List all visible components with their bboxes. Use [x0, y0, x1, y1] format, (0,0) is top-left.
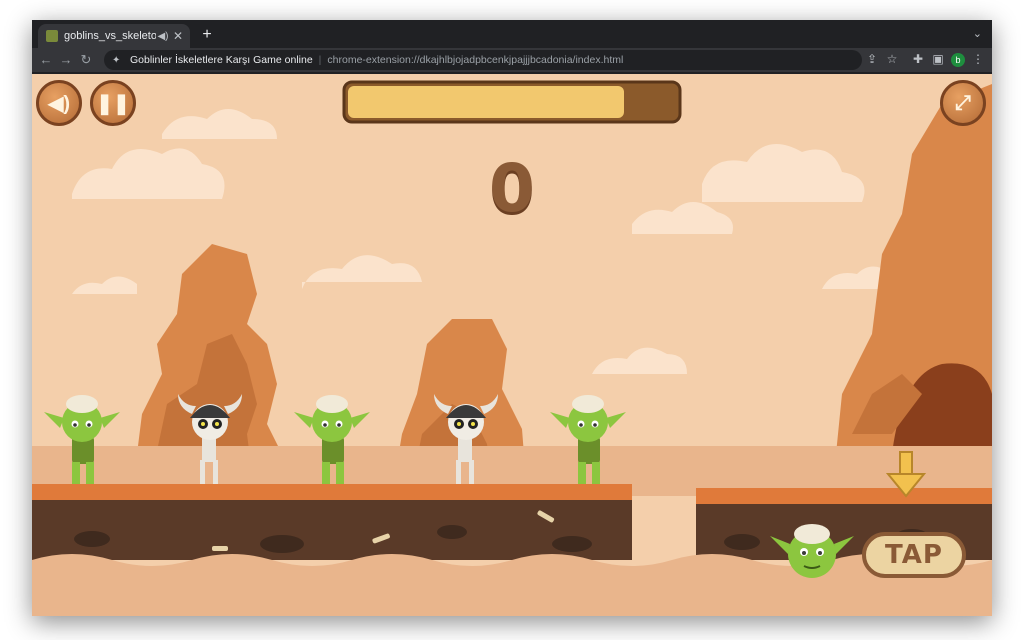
- plus-icon[interactable]: +: [198, 26, 216, 44]
- tab-title: goblins_vs_skeletons: [64, 30, 156, 42]
- tap-button[interactable]: TAP: [862, 532, 966, 578]
- chevron-down-icon[interactable]: ⌄: [973, 27, 982, 40]
- fullscreen-button[interactable]: ⤢: [940, 80, 986, 126]
- sound-button[interactable]: ◀): [36, 80, 82, 126]
- platform-left: [32, 484, 632, 560]
- game-canvas[interactable]: ◀) ❚❚ ⤢ 0 TAP: [32, 74, 992, 616]
- avatar[interactable]: b: [951, 53, 965, 67]
- sidepanel-icon[interactable]: ▣: [930, 52, 946, 66]
- tab-game[interactable]: goblins_vs_skeletons ◀) ✕: [38, 24, 190, 48]
- reload-icon[interactable]: ↻: [78, 52, 94, 68]
- browser-window: goblins_vs_skeletons ◀) ✕ + ⌄ ← → ↻ ✦ Go…: [32, 20, 992, 616]
- time-bar-fill: [348, 86, 624, 118]
- star-icon[interactable]: ☆: [884, 52, 900, 66]
- forward-icon[interactable]: →: [58, 52, 74, 67]
- close-icon[interactable]: ✕: [170, 29, 186, 43]
- favicon-icon: [46, 30, 58, 42]
- url-text: chrome-extension://dkajhlbjojadpbcenkjpa…: [327, 54, 624, 66]
- extensions-icon[interactable]: ✚: [910, 52, 926, 66]
- fullscreen-icon: ⤢: [955, 91, 971, 114]
- tab-strip: goblins_vs_skeletons ◀) ✕ + ⌄: [32, 20, 992, 48]
- menu-icon[interactable]: ⋮: [970, 52, 986, 66]
- address-bar[interactable]: ✦ Goblinler İskeletlere Karşı Game onlin…: [104, 50, 862, 70]
- puzzle-icon: ✦: [112, 54, 121, 66]
- speaker-icon[interactable]: ◀): [156, 31, 170, 42]
- pause-button[interactable]: ❚❚: [90, 80, 136, 126]
- time-bar: [342, 80, 682, 124]
- page-title: Goblinler İskeletlere Karşı Game online: [130, 54, 313, 66]
- share-icon[interactable]: ⇪: [864, 52, 880, 66]
- back-icon[interactable]: ←: [38, 52, 54, 67]
- score-counter: 0: [489, 150, 535, 227]
- address-separator: |: [318, 54, 322, 66]
- foreground-sand: [32, 554, 992, 616]
- pause-icon: ❚❚: [96, 92, 130, 115]
- speaker-icon: ◀): [47, 92, 71, 115]
- browser-toolbar: ← → ↻ ✦ Goblinler İskeletlere Karşı Game…: [32, 48, 992, 72]
